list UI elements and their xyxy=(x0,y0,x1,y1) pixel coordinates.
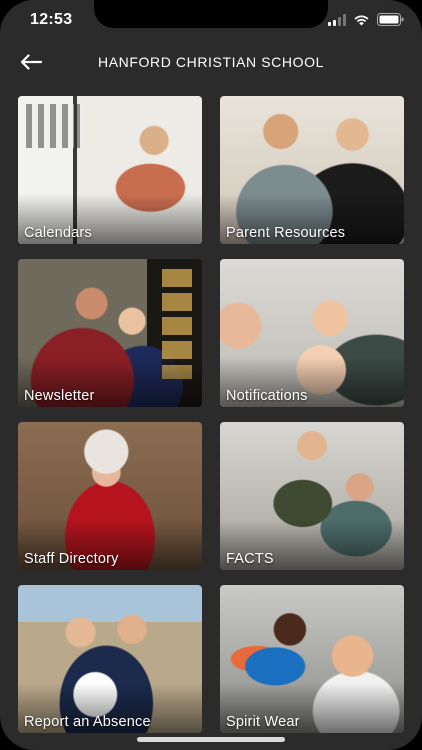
tile-staff-directory[interactable]: Staff Directory xyxy=(18,422,202,570)
status-icons xyxy=(328,13,404,26)
back-button[interactable] xyxy=(16,49,46,75)
tile-label: Notifications xyxy=(226,388,308,404)
tile-calendars[interactable]: Calendars xyxy=(18,96,202,244)
menu-grid: Calendars Parent Resources Newsletter No… xyxy=(18,96,404,733)
tile-parent-resources[interactable]: Parent Resources xyxy=(220,96,404,244)
tile-spirit-wear[interactable]: Spirit Wear xyxy=(220,585,404,733)
signal-icon xyxy=(328,13,346,26)
status-time: 12:53 xyxy=(30,11,73,28)
tile-label: Calendars xyxy=(24,225,92,241)
tile-notifications[interactable]: Notifications xyxy=(220,259,404,407)
tile-label: Parent Resources xyxy=(226,225,346,241)
status-bar: 12:53 xyxy=(0,0,422,40)
home-indicator[interactable] xyxy=(137,737,285,742)
tile-label: Report an Absence xyxy=(24,714,151,730)
tile-report-absence[interactable]: Report an Absence xyxy=(18,585,202,733)
tile-label: FACTS xyxy=(226,551,274,567)
nav-header: HANFORD CHRISTIAN SCHOOL xyxy=(0,44,422,80)
device-notch xyxy=(94,0,328,28)
arrow-left-icon xyxy=(20,54,42,70)
tile-label: Staff Directory xyxy=(24,551,119,567)
tile-label: Spirit Wear xyxy=(226,714,300,730)
app-screen: 12:53 HANFORD CHRISTIAN SCHOOL Calendars… xyxy=(0,0,422,750)
battery-icon xyxy=(377,13,404,26)
tile-facts[interactable]: FACTS xyxy=(220,422,404,570)
tile-label: Newsletter xyxy=(24,388,95,404)
tile-newsletter[interactable]: Newsletter xyxy=(18,259,202,407)
wifi-icon xyxy=(354,15,369,25)
page-title: HANFORD CHRISTIAN SCHOOL xyxy=(98,54,324,70)
